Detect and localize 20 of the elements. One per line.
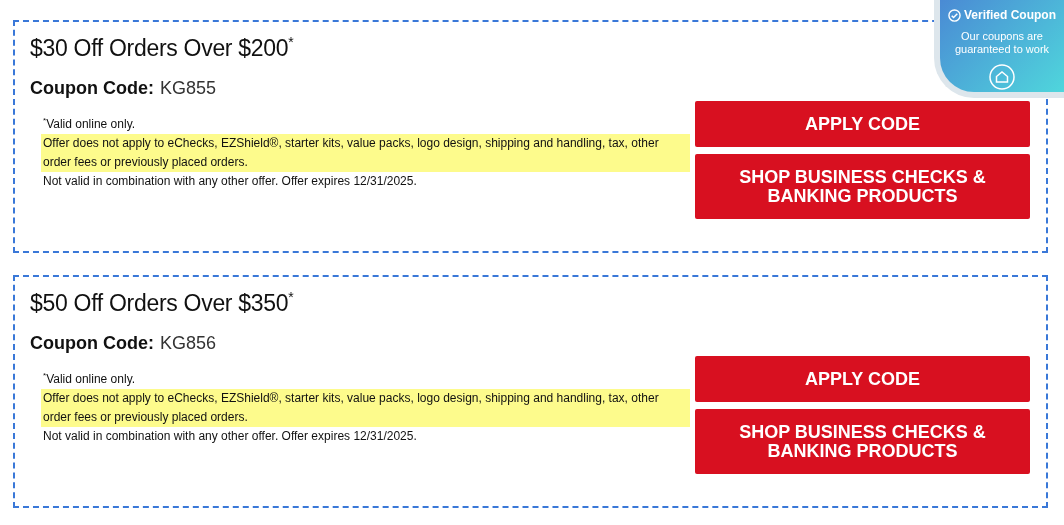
coupon-code-label: Coupon Code: — [30, 332, 154, 353]
shop-button[interactable]: SHOP BUSINESS CHECKS & BANKING PRODUCTS — [695, 409, 1030, 474]
coupon-code: KG856 — [160, 332, 217, 353]
coupon-code: KG855 — [160, 77, 217, 98]
coupon-code-label: Coupon Code: — [30, 77, 154, 98]
terms-text: $^{*}$Valid online only. — [42, 369, 137, 388]
badge-title: Verified Coupon — [964, 8, 1056, 22]
terms-text: Offer does not apply to eChecks, EZShield®, starter kits, value packs, logo design, shipping and handling, tax, other order fees or previously placed orders. — [41, 133, 690, 172]
terms-text: $^{*}$Valid online only. — [42, 114, 137, 133]
apply-code-button[interactable]: APPLY CODE — [695, 356, 1030, 402]
badge-text: Our coupons are guaranteed to work — [953, 30, 1051, 56]
coupon-title: $50 Off Orders Over $350$^{*}$ — [30, 289, 295, 317]
house-icon — [989, 64, 1015, 90]
terms-text: Not valid in combination with any other offer. Offer expires 12/31/2025. — [42, 172, 418, 190]
terms-text: Offer does not apply to eChecks, EZShield®, starter kits, value packs, logo design, shipping and handling, tax, other order fees or previously placed orders. — [41, 388, 690, 427]
apply-code-button[interactable]: APPLY CODE — [695, 101, 1030, 147]
shop-button[interactable]: SHOP BUSINESS CHECKS & BANKING PRODUCTS — [695, 154, 1030, 219]
check-circle-icon — [948, 8, 961, 22]
coupon-title: $30 Off Orders Over $200$^{*}$ — [30, 34, 295, 62]
terms-text: Not valid in combination with any other offer. Offer expires 12/31/2025. — [42, 427, 418, 445]
